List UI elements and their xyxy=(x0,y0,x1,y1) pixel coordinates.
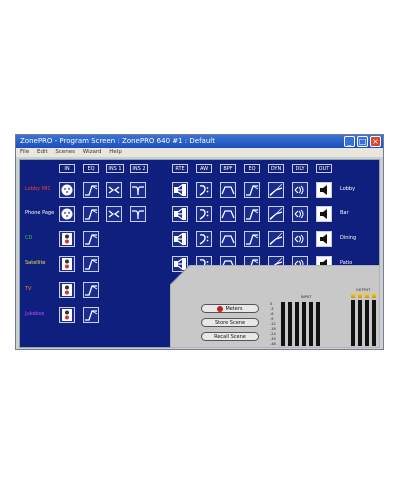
speaker-icon[interactable] xyxy=(316,206,332,222)
meter-scale-12: -12 xyxy=(270,322,276,326)
output-chain-3 xyxy=(20,231,381,247)
header-aw: AW xyxy=(196,164,212,173)
meter-scale-9: -9 xyxy=(270,317,274,321)
meters-button-label: Meters xyxy=(225,306,243,312)
eq-icon[interactable] xyxy=(244,231,260,247)
menu-edit[interactable]: Edit xyxy=(37,149,48,155)
input-meter-2 xyxy=(288,302,292,346)
input-meter-5 xyxy=(309,302,313,346)
automixer-icon[interactable] xyxy=(196,182,212,198)
header-bpf: BPF xyxy=(220,164,236,173)
meter-scale-0: 0 xyxy=(270,302,273,306)
meters-indicator-icon xyxy=(217,305,224,312)
rca-input-icon[interactable] xyxy=(59,282,75,298)
menu-scenes[interactable]: Scenes xyxy=(55,149,75,155)
output-chain-2 xyxy=(20,206,381,222)
bandpass-icon[interactable] xyxy=(220,206,236,222)
delay-icon[interactable] xyxy=(292,182,308,198)
header-out: OUT xyxy=(316,164,332,173)
input-meter-6 xyxy=(316,302,320,346)
eq-icon[interactable] xyxy=(83,307,99,323)
rca-input-icon[interactable] xyxy=(59,307,75,323)
menu-bar: File Edit Scenes Wizard Help xyxy=(16,148,383,157)
close-button[interactable]: × xyxy=(370,136,381,147)
minimize-button[interactable]: _ xyxy=(344,136,355,147)
meter-scale-24: -24 xyxy=(270,332,276,336)
title-bar: ZonePRO - Program Screen : ZonePRO 640 #… xyxy=(16,135,383,148)
bandpass-icon[interactable] xyxy=(220,182,236,198)
eq-icon[interactable] xyxy=(244,206,260,222)
header-dyn: DYN xyxy=(268,164,284,173)
output-meter-1 xyxy=(351,293,355,298)
header-eq-out: EQ xyxy=(244,164,260,173)
speaker-icon[interactable] xyxy=(316,182,332,198)
output-meter-2 xyxy=(358,293,362,298)
router-icon[interactable] xyxy=(172,231,188,247)
router-icon[interactable] xyxy=(172,206,188,222)
window-title: ZonePRO - Program Screen : ZonePRO 640 #… xyxy=(20,137,215,145)
header-rte: RTE xyxy=(172,164,188,173)
header-in: IN xyxy=(59,164,75,173)
input-meter-1 xyxy=(281,302,285,346)
header-dly: DLY xyxy=(292,164,308,173)
signal-flow-panel: IN EQ INS 1 INS 2 RTE AW BPF EQ DYN DLY … xyxy=(19,159,380,348)
dynamics-icon[interactable] xyxy=(268,206,284,222)
meter-scale-6: -6 xyxy=(270,312,274,316)
meter-scale-3: -3 xyxy=(270,307,274,311)
output-meter-2-body xyxy=(358,300,362,346)
input-label-6: Jukebox xyxy=(25,311,45,317)
screen: { "window": {"title": "ZonePRO - Program… xyxy=(0,0,400,483)
menu-help[interactable]: Help xyxy=(109,149,122,155)
recall-scene-button[interactable]: Recall Scene xyxy=(201,332,259,341)
bandpass-icon[interactable] xyxy=(220,231,236,247)
menu-wizard[interactable]: Wizard xyxy=(83,149,102,155)
meters-button[interactable]: Meters xyxy=(201,304,259,313)
delay-icon[interactable] xyxy=(292,206,308,222)
input-label-5: TV xyxy=(25,286,32,292)
output-meter-1-body xyxy=(351,300,355,346)
input-meters-label: INPUT xyxy=(301,295,312,299)
input-meter-4 xyxy=(302,302,306,346)
delay-icon[interactable] xyxy=(292,231,308,247)
program-window: ZonePRO - Program Screen : ZonePRO 640 #… xyxy=(15,134,384,350)
meter-scale-18: -18 xyxy=(270,327,276,331)
output-meter-3 xyxy=(365,293,369,298)
speaker-icon[interactable] xyxy=(316,231,332,247)
menu-file[interactable]: File xyxy=(20,149,29,155)
automixer-icon[interactable] xyxy=(196,206,212,222)
header-ins1: INS 1 xyxy=(106,164,124,173)
router-icon[interactable] xyxy=(172,182,188,198)
eq-icon[interactable] xyxy=(244,182,260,198)
input-meter-3 xyxy=(295,302,299,346)
dynamics-icon[interactable] xyxy=(268,231,284,247)
output-meter-3-body xyxy=(365,300,369,346)
header-ins2: INS 2 xyxy=(130,164,148,173)
output-chain-1 xyxy=(20,182,381,198)
meter-scale-48: -48 xyxy=(270,342,276,346)
eq-icon[interactable] xyxy=(83,282,99,298)
maximize-button[interactable]: □ xyxy=(357,136,368,147)
output-meter-4-body xyxy=(372,300,376,346)
store-scene-button[interactable]: Store Scene xyxy=(201,318,259,327)
header-eq-in: EQ xyxy=(83,164,99,173)
automixer-icon[interactable] xyxy=(196,231,212,247)
output-meters-label: OUTPUT xyxy=(356,288,371,292)
output-meter-4 xyxy=(372,293,376,298)
meter-scale-30: -30 xyxy=(270,337,276,341)
dynamics-icon[interactable] xyxy=(268,182,284,198)
